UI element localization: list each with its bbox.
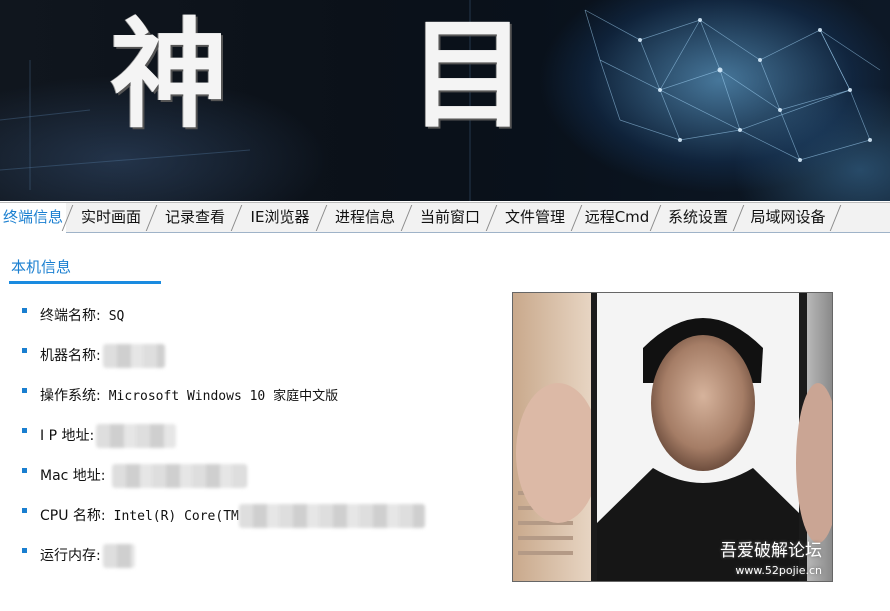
cpu-value: Intel(R) Core(TM — [113, 509, 239, 524]
forum-watermark: 吾爱破解论坛 — [720, 541, 822, 561]
os-label: 操作系统: — [40, 388, 101, 404]
bullet-icon — [22, 467, 27, 473]
tab-system-settings[interactable]: 系统设置 — [660, 203, 736, 232]
cpu-label: CPU 名称: — [40, 508, 106, 524]
bullet-icon — [22, 387, 27, 393]
mac-label: Mac 地址: — [40, 468, 106, 484]
bullet-icon — [22, 307, 27, 313]
info-item-terminal-name: 终端名称: SQ — [22, 300, 425, 340]
redacted-ip — [96, 424, 177, 448]
bullet-icon — [22, 347, 27, 353]
section-title: 本机信息 — [11, 258, 72, 276]
ip-label: I P 地址: — [40, 428, 95, 444]
tab-ie-browser[interactable]: IE浏览器 — [241, 203, 319, 232]
redacted-memory — [102, 544, 135, 568]
terminal-name-value: SQ — [108, 309, 125, 324]
redacted-machine-name — [102, 344, 165, 368]
info-item-machine-name: 机器名称: — [22, 340, 425, 380]
tab-lan-devices[interactable]: 局域网设备 — [743, 203, 833, 232]
tab-live-screen[interactable]: 实时画面 — [72, 203, 150, 232]
machine-info-list: 终端名称: SQ 机器名称: 操作系统: Microsoft Windows 10 … — [22, 300, 425, 580]
info-item-ip: I P 地址: — [22, 420, 425, 460]
info-item-os: 操作系统: Microsoft Windows 10 家庭中文版 — [22, 380, 425, 420]
redacted-cpu — [238, 504, 425, 528]
redacted-mac — [111, 464, 247, 488]
tab-process-info[interactable]: 进程信息 — [326, 203, 404, 232]
camera-snapshot-image: 吾爱破解论坛 www.52pojie.cn — [512, 292, 833, 582]
bullet-icon — [22, 547, 27, 553]
tab-records[interactable]: 记录查看 — [156, 203, 234, 232]
terminal-name-label: 终端名称: — [40, 308, 101, 324]
os-value: Microsoft Windows 10 家庭中文版 — [108, 389, 339, 404]
tab-terminal-info[interactable]: 终端信息 — [0, 203, 66, 233]
header-banner: 神 目 — [0, 0, 890, 201]
tab-bar: 终端信息 实时画面 记录查看 IE浏览器 进程信息 当前窗口 文件管理 远程Cm… — [0, 202, 890, 233]
tab-remote-cmd[interactable]: 远程Cmd — [581, 203, 653, 232]
tab-file-manager[interactable]: 文件管理 — [496, 203, 574, 232]
forum-watermark-url: www.52pojie.cn — [735, 564, 822, 577]
banner-title: 神 目 — [110, 5, 598, 144]
info-item-mac: Mac 地址: — [22, 460, 425, 500]
memory-label: 运行内存: — [40, 548, 101, 564]
tab-current-window[interactable]: 当前窗口 — [411, 203, 489, 232]
section-underline — [9, 281, 161, 284]
bullet-icon — [22, 507, 27, 513]
info-item-cpu: CPU 名称: Intel(R) Core(TM — [22, 500, 425, 540]
info-item-memory: 运行内存: — [22, 540, 425, 580]
machine-name-label: 机器名称: — [40, 348, 101, 364]
bullet-icon — [22, 427, 27, 433]
